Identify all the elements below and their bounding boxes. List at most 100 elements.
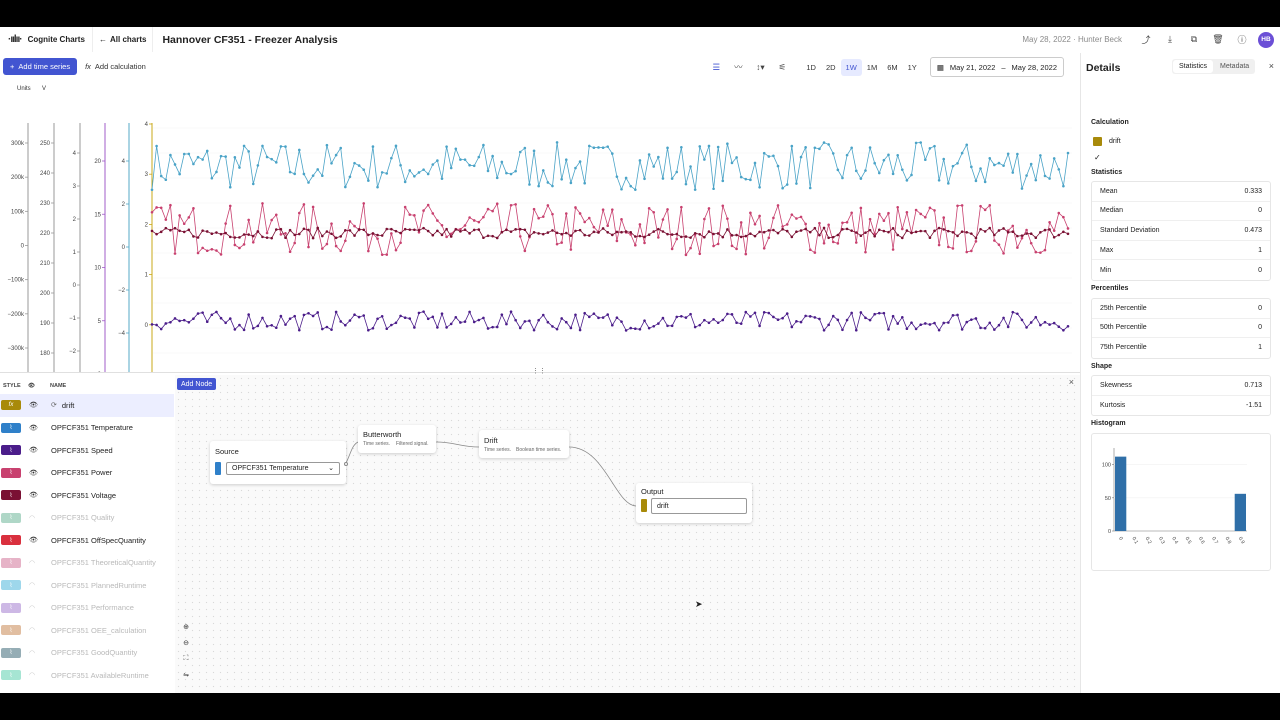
series-point (274, 213, 278, 217)
duplicate-icon[interactable]: ⧉ (1182, 27, 1206, 52)
series-point (583, 181, 586, 185)
series-style-chip[interactable]: ⌇ (1, 647, 21, 658)
eye-icon[interactable]: 👁 (29, 446, 51, 454)
all-charts-link[interactable]: ← All charts (92, 27, 154, 52)
series-row[interactable]: ⌇ 👁 OPFCF351 Speed (0, 439, 174, 462)
series-point (261, 235, 264, 239)
plus-icon: + (10, 62, 15, 71)
range-6m[interactable]: 6M (882, 59, 902, 76)
series-point (974, 179, 978, 183)
y-axis-icon[interactable]: ↕▾ (749, 58, 771, 76)
eye-off-icon[interactable]: ◠ (29, 604, 51, 612)
butterworth-node[interactable]: Butterworth Time series. Filtered signal… (358, 425, 436, 453)
output-name-input[interactable]: drift (651, 498, 747, 514)
series-point (666, 324, 669, 328)
series-style-chip[interactable]: fx (1, 400, 21, 411)
series-row[interactable]: ⌇ 👁 OPFCF351 Voltage (0, 484, 174, 507)
series-style-chip[interactable]: ⌇ (1, 467, 21, 478)
output-node[interactable]: Output drift (636, 483, 752, 523)
eye-off-icon[interactable]: ◠ (29, 559, 51, 567)
series-row[interactable]: ⌇ ◠ OPFCF351 Performance (0, 597, 174, 620)
series-point (205, 149, 209, 153)
delete-icon[interactable]: 🗑 (1206, 27, 1230, 52)
series-point (1016, 234, 1019, 238)
source-output-port[interactable] (344, 462, 348, 466)
line-chart-icon[interactable]: 〰 (727, 58, 749, 76)
series-row[interactable]: ⌇ ◠ OPFCF351 Quality (0, 507, 174, 530)
app-logo[interactable]: ·ıılıı· Cognite Charts (0, 34, 92, 45)
series-style-chip[interactable]: ⌇ (1, 670, 21, 681)
series-row[interactable]: ⌇ ◠ OPFCF351 AvailableRuntime (0, 664, 174, 687)
eye-icon[interactable]: 👁 (29, 424, 51, 432)
zoom-out-icon[interactable]: ⊖ (180, 639, 192, 649)
series-point (532, 149, 536, 153)
series-point (408, 317, 412, 320)
series-point (564, 231, 568, 235)
eye-icon[interactable]: 👁 (29, 401, 51, 409)
eye-off-icon[interactable]: ◠ (29, 581, 51, 589)
series-style-chip[interactable]: ⌇ (1, 602, 21, 613)
series-point (339, 320, 343, 323)
series-style-chip[interactable]: ⌇ (1, 422, 21, 433)
series-line[interactable] (151, 142, 1069, 191)
series-row[interactable]: ⌇ 👁 OPFCF351 Power (0, 462, 174, 485)
series-style-chip[interactable]: ⌇ (1, 535, 21, 546)
eye-icon[interactable]: 👁 (29, 469, 51, 477)
tab-metadata[interactable]: Metadata (1214, 59, 1255, 74)
eye-icon[interactable]: 👁 (29, 536, 51, 544)
add-time-series-button[interactable]: + Add time series (3, 58, 78, 75)
range-1d[interactable]: 1D (801, 59, 821, 76)
zoom-in-icon[interactable]: ⊕ (180, 623, 192, 633)
series-point (159, 230, 163, 234)
series-style-chip[interactable]: ⌇ (1, 445, 21, 456)
range-1y[interactable]: 1Y (903, 59, 922, 76)
range-2d[interactable]: 2D (821, 59, 841, 76)
drift-node[interactable]: Drift Time series. Boolean time series. (479, 430, 569, 458)
series-point (795, 217, 798, 220)
time-series-chart[interactable]: Units V300k200k100k0−100k−200k−300k250240… (0, 81, 1080, 373)
avatar[interactable]: HB (1258, 31, 1274, 48)
series-row[interactable]: ⌇ ◠ OPFCF351 GoodQuantity (0, 642, 174, 665)
share-icon[interactable]: ⤴ (1134, 27, 1158, 52)
settings-sliders-icon[interactable]: ⚟ (771, 58, 793, 76)
date-range-picker[interactable]: ▦ May 21, 2022 – May 28, 2022 (929, 57, 1064, 77)
series-row[interactable]: ⌇ 👁 OPFCF351 Temperature (0, 417, 174, 440)
range-1m[interactable]: 1M (862, 59, 882, 76)
series-row[interactable]: fx 👁 ⟳ drift (0, 394, 174, 417)
stack-view-icon[interactable]: ☰ (705, 58, 727, 76)
series-row[interactable]: ⌇ ◠ OPFCF351 OEE_calculation (0, 619, 174, 642)
tab-statistics[interactable]: Statistics (1173, 60, 1214, 73)
source-series-select[interactable]: OPFCF351 Temperature ⌄ (226, 462, 340, 475)
series-point (394, 229, 398, 233)
series-style-chip[interactable]: ⌇ (1, 490, 21, 501)
series-style-chip[interactable]: ⌇ (1, 557, 21, 568)
series-point (1002, 164, 1005, 167)
series-point (413, 326, 416, 329)
series-line[interactable] (151, 310, 1069, 332)
eye-off-icon[interactable]: ◠ (29, 514, 51, 522)
series-row[interactable]: ⌇ ◠ OPFCF351 TheoreticalQuantity (0, 552, 174, 575)
download-icon[interactable]: ⤓ (1158, 27, 1182, 52)
eye-off-icon[interactable]: ◠ (29, 626, 51, 634)
series-row[interactable]: ⌇ 👁 OPFCF351 OffSpecQuantity (0, 529, 174, 552)
series-row[interactable]: ⌇ ◠ OPFCF351 PlannedRuntime (0, 574, 174, 597)
range-1w[interactable]: 1W (840, 58, 862, 76)
series-style-chip[interactable]: ⌇ (1, 580, 21, 591)
eye-off-icon[interactable]: ◠ (29, 649, 51, 657)
help-icon[interactable]: ⓘ (1230, 27, 1254, 52)
series-style-chip[interactable]: ⌇ (1, 625, 21, 636)
add-calculation-button[interactable]: fx Add calculation (85, 62, 146, 71)
fit-view-icon[interactable]: ⛶ (180, 655, 192, 665)
series-point (367, 233, 370, 237)
series-point (311, 314, 315, 318)
calculation-node-editor[interactable]: Add Node × Source OPFCF351 Temperature ⌄… (175, 375, 1080, 693)
chart-title[interactable]: Hannover CF351 - Freezer Analysis (153, 34, 337, 46)
resize-grip-icon[interactable]: ⋮⋮ (532, 367, 546, 375)
source-node[interactable]: Source OPFCF351 Temperature ⌄ (210, 441, 348, 484)
lock-icon[interactable]: ⇋ (180, 671, 192, 681)
series-style-chip[interactable]: ⌇ (1, 512, 21, 523)
eye-off-icon[interactable]: ◠ (29, 671, 51, 679)
eye-icon[interactable]: 👁 (29, 491, 51, 499)
series-point (1052, 229, 1056, 232)
close-details-icon[interactable]: × (1269, 61, 1274, 71)
